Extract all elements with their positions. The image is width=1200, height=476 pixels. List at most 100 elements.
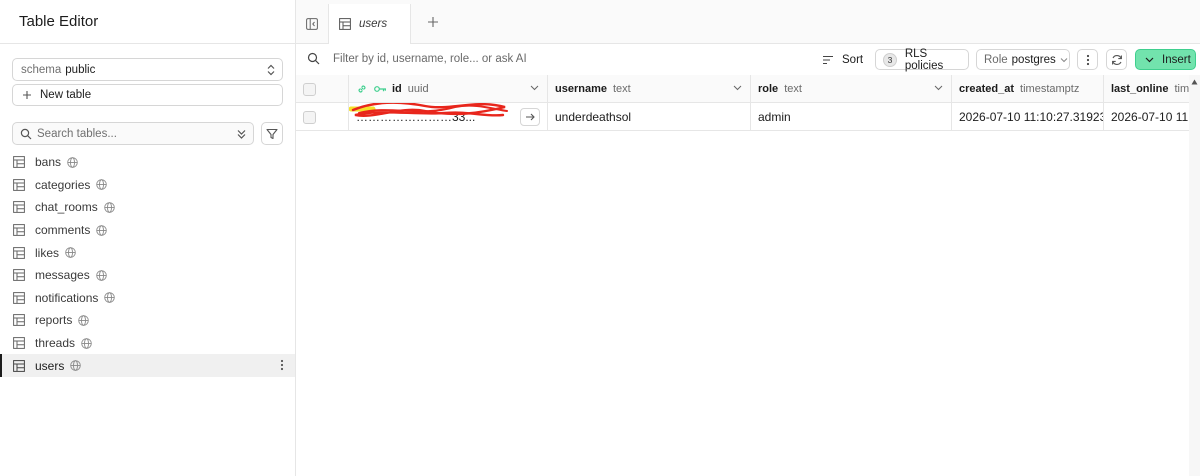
select-all-checkbox[interactable] [303, 82, 316, 96]
chevron-down-icon[interactable] [530, 85, 539, 91]
filter-icon [266, 128, 278, 140]
key-icon [374, 85, 387, 93]
more-options-button[interactable] [1077, 49, 1098, 70]
tab-bar: users [296, 0, 1200, 45]
data-grid: id uuid username text role text created_… [296, 75, 1189, 476]
plus-icon [427, 16, 439, 28]
more-vertical-icon[interactable] [280, 359, 284, 371]
chevron-down-icon[interactable] [733, 85, 742, 91]
table-icon [13, 359, 25, 372]
refresh-button[interactable] [1106, 49, 1127, 70]
cell-username[interactable]: underdeathsol [548, 103, 751, 131]
table-list-item-likes[interactable]: likes [0, 241, 295, 264]
tab-label: users [359, 18, 388, 30]
sort-icon [822, 55, 834, 65]
table-name: reports [35, 313, 73, 328]
rls-count-badge: 3 [883, 52, 897, 67]
column-header-id[interactable]: id uuid [349, 75, 548, 103]
search-icon [307, 52, 320, 65]
grid-header-row: id uuid username text role text created_… [296, 75, 1189, 103]
table-name: categories [35, 177, 91, 192]
cell-value: admin [758, 110, 791, 124]
cell-value: 2026-07-10 11:1 [1111, 110, 1189, 124]
table-list-item-chat_rooms[interactable]: chat_rooms [0, 196, 295, 219]
open-reference-button[interactable] [520, 108, 540, 126]
column-type: time [1174, 83, 1189, 95]
chevrons-down-icon[interactable] [236, 128, 247, 140]
column-name: username [555, 83, 607, 95]
cell-last_online[interactable]: 2026-07-10 11:1 [1104, 103, 1189, 131]
table-name: notifications [35, 290, 99, 305]
column-type: timestamptz [1020, 83, 1080, 95]
table-icon [13, 201, 25, 214]
table-list-item-messages[interactable]: messages [0, 264, 295, 287]
table-list-item-bans[interactable]: bans [0, 151, 295, 174]
role-value: postgres [1011, 53, 1056, 66]
insert-button[interactable]: Insert [1135, 49, 1196, 70]
sort-label: Sort [842, 54, 864, 66]
select-all-cell [296, 75, 349, 103]
schema-select[interactable]: schema public [12, 58, 283, 81]
table-icon [13, 337, 25, 349]
cell-value: 2026-07-10 11:10:27.319235+ [959, 110, 1104, 124]
table-list-item-categories[interactable]: categories [0, 174, 295, 197]
schema-value: public [65, 63, 96, 76]
table-icon [13, 246, 25, 259]
search-tables-input[interactable] [37, 127, 227, 140]
globe-icon [104, 292, 116, 304]
table-list-item-notifications[interactable]: notifications [0, 287, 295, 310]
add-tab-button[interactable] [427, 16, 439, 28]
globe-icon [70, 360, 82, 371]
table-name: threads [35, 336, 76, 351]
table-icon [13, 178, 25, 191]
table-icon [13, 291, 25, 304]
scroll-up-icon[interactable] [1191, 79, 1198, 85]
column-header-last_online[interactable]: last_online time [1104, 75, 1189, 103]
column-type: uuid [407, 83, 429, 95]
table-name: chat_rooms [35, 200, 98, 215]
sidebar-title: Table Editor [19, 13, 99, 30]
chevron-down-icon[interactable] [934, 85, 943, 91]
filter-input[interactable] [333, 52, 633, 65]
new-table-button[interactable]: New table [12, 84, 283, 106]
search-icon [20, 128, 32, 140]
table-icon [13, 156, 25, 169]
table-name: comments [35, 223, 91, 238]
sidebar-collapse-icon [306, 18, 318, 30]
globe-icon [67, 157, 78, 168]
vertical-scrollbar[interactable] [1189, 75, 1200, 476]
role-select[interactable]: Role postgres [976, 49, 1070, 70]
row-checkbox[interactable] [303, 110, 316, 124]
globe-icon [81, 337, 92, 349]
table-name: users [35, 358, 65, 373]
globe-icon [96, 224, 108, 236]
table-list-item-threads[interactable]: threads [0, 332, 295, 355]
plus-icon [22, 90, 32, 100]
cell-id[interactable]: ……………………33... [349, 103, 548, 131]
column-header-role[interactable]: role text [751, 75, 952, 103]
table-icon [13, 224, 25, 236]
table-name: messages [35, 268, 90, 283]
table-row[interactable]: ……………………33... underdeathsol admin 2026-0… [296, 103, 1189, 131]
column-name: last_online [1111, 83, 1169, 95]
column-header-created_at[interactable]: created_at timestamptz [952, 75, 1104, 103]
toggle-sidebar-button[interactable] [296, 4, 329, 44]
globe-icon [65, 247, 76, 258]
sidebar: Table Editor schema public New table ban… [0, 0, 296, 476]
chevron-down-icon [1060, 57, 1068, 63]
table-list: bans categories chat_rooms comments like… [0, 151, 295, 377]
globe-icon [95, 270, 107, 281]
table-icon [13, 314, 25, 327]
table-list-item-reports[interactable]: reports [0, 309, 295, 332]
cell-role[interactable]: admin [751, 103, 952, 131]
rls-policies-button[interactable]: 3 RLS policies [875, 48, 969, 72]
tab-users[interactable]: users [329, 4, 411, 45]
cell-created_at[interactable]: 2026-07-10 11:10:27.319235+ [952, 103, 1104, 131]
sort-button[interactable]: Sort [822, 51, 863, 69]
table-list-item-users[interactable]: users [0, 354, 295, 377]
column-name: id [392, 83, 402, 95]
filter-tables-button[interactable] [261, 122, 283, 145]
link-icon [356, 83, 368, 95]
table-list-item-comments[interactable]: comments [0, 219, 295, 242]
column-header-username[interactable]: username text [548, 75, 751, 103]
